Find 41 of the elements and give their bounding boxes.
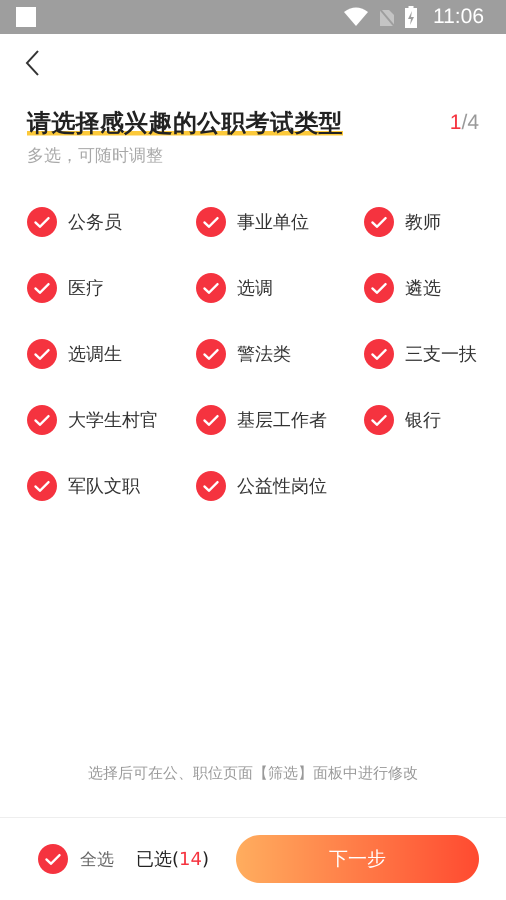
page-title: 请选择感兴趣的公职考试类型: [27, 108, 343, 138]
checked-checkbox[interactable]: [27, 339, 57, 369]
checked-checkbox[interactable]: [27, 471, 57, 501]
option-label[interactable]: 公益性岗位: [237, 474, 327, 498]
option-label[interactable]: 警法类: [237, 342, 291, 366]
option-label[interactable]: 教师: [405, 210, 441, 234]
checked-checkbox[interactable]: [364, 273, 394, 303]
checked-checkbox[interactable]: [196, 273, 226, 303]
option-label[interactable]: 公务员: [68, 210, 122, 234]
select-all-label[interactable]: 全选: [80, 848, 114, 870]
option-label[interactable]: 大学生村官: [68, 408, 158, 432]
back-icon[interactable]: [24, 49, 40, 77]
no-sim-icon: [379, 7, 395, 27]
option-label[interactable]: 遴选: [405, 276, 441, 300]
option-label[interactable]: 医疗: [68, 276, 104, 300]
checked-checkbox[interactable]: [196, 207, 226, 237]
battery-charging-icon: [405, 6, 417, 28]
hint-text: 选择后可在公、职位页面【筛选】面板中进行修改: [87, 764, 419, 784]
option-label[interactable]: 军队文职: [68, 474, 140, 498]
option-label[interactable]: 选调生: [68, 342, 122, 366]
checked-checkbox[interactable]: [364, 207, 394, 237]
checked-checkbox[interactable]: [27, 273, 57, 303]
checked-checkbox[interactable]: [364, 339, 394, 369]
subtitle-text: 多选，可随时调整: [26, 145, 164, 167]
checked-checkbox[interactable]: [364, 405, 394, 435]
step-counter: 1/4: [450, 110, 479, 136]
checked-checkbox[interactable]: [196, 339, 226, 369]
option-label[interactable]: 事业单位: [237, 210, 309, 234]
wifi-icon: [343, 7, 369, 27]
selected-count: 已选(14): [136, 848, 209, 871]
notification-icon: [16, 7, 36, 27]
option-label[interactable]: 三支一扶: [405, 342, 477, 366]
checked-checkbox[interactable]: [27, 405, 57, 435]
checked-checkbox[interactable]: [38, 844, 68, 874]
option-label[interactable]: 银行: [405, 408, 441, 432]
clock-time: 11:06: [433, 5, 484, 29]
checked-checkbox[interactable]: [27, 207, 57, 237]
option-label[interactable]: 选调: [237, 276, 273, 300]
checked-checkbox[interactable]: [196, 471, 226, 501]
option-label[interactable]: 基层工作者: [237, 408, 327, 432]
checked-checkbox[interactable]: [196, 405, 226, 435]
